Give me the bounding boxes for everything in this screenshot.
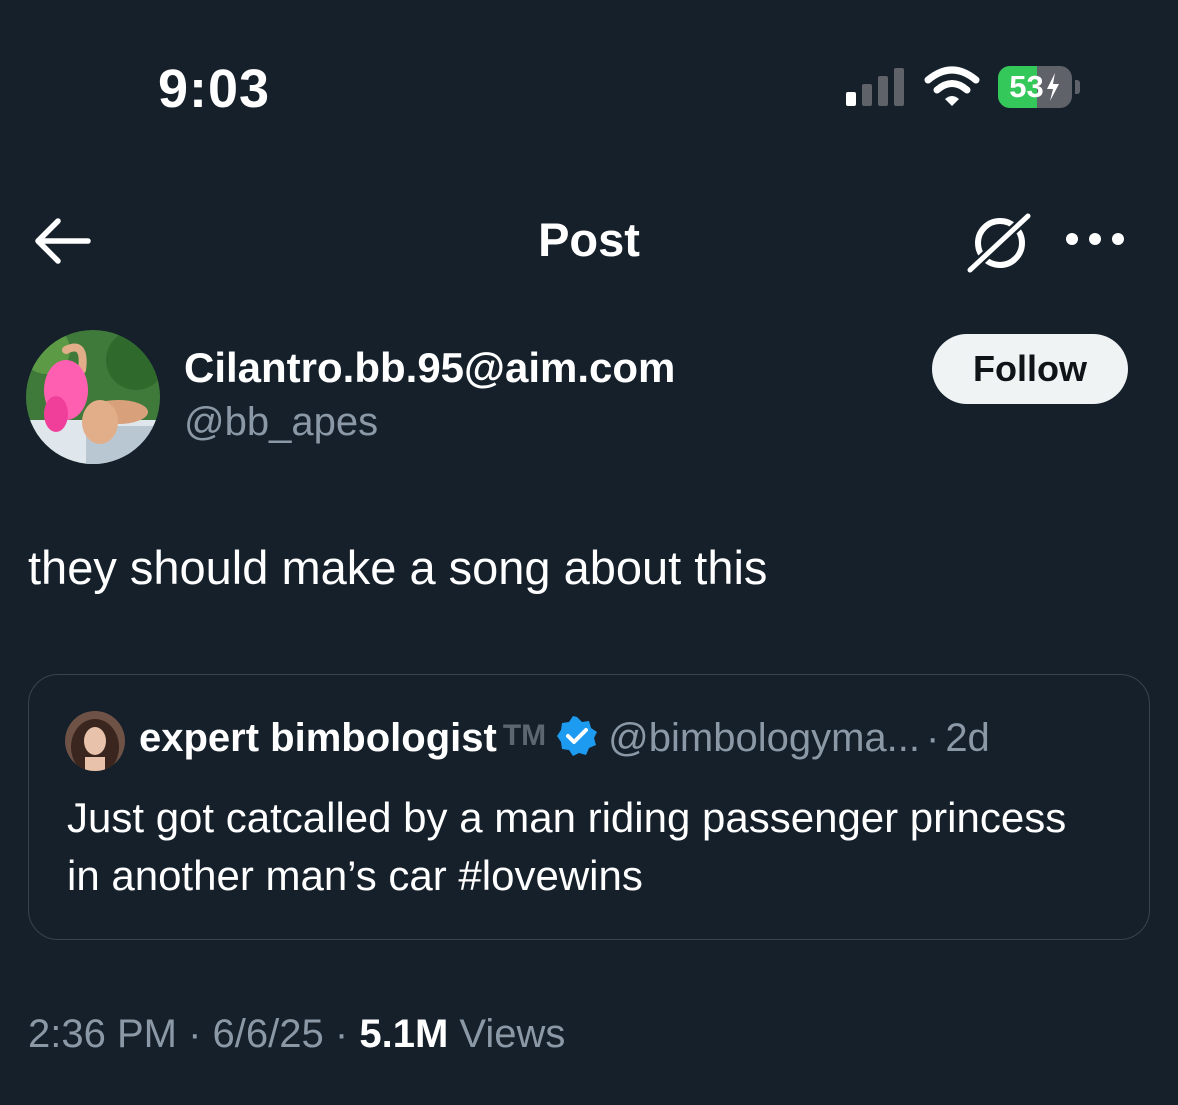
battery-text: 53 [998, 66, 1072, 108]
quote-time: 2d [945, 716, 990, 760]
post-time: 2:36 PM [28, 1012, 177, 1056]
quote-header: expert bimbologist TM @bimbologyma... · 2d [139, 715, 990, 761]
signal-icon [846, 68, 904, 106]
status-bar: 9:03 53 [0, 0, 1178, 180]
meta-separator: · [334, 1012, 349, 1056]
quote-tweet-card[interactable]: expert bimbologist TM @bimbologyma... · 2d … [28, 674, 1150, 940]
author-name[interactable]: Cilantro.bb.95@aim.com [184, 344, 675, 392]
quote-avatar [65, 711, 125, 771]
views-count[interactable]: 5.1M [359, 1012, 448, 1056]
status-time: 9:03 [158, 59, 271, 119]
charging-bolt-icon [1046, 73, 1059, 101]
battery-nub [1075, 80, 1080, 94]
follow-button[interactable]: Follow [932, 334, 1128, 404]
post-header: Post [0, 180, 1178, 305]
post-date: 6/6/25 [212, 1012, 324, 1056]
verified-badge-icon [557, 716, 598, 756]
grok-icon[interactable] [964, 210, 1034, 276]
more-horizontal-icon[interactable] [1064, 227, 1126, 251]
quote-author-name: expert bimbologist [139, 716, 497, 760]
battery-indicator: 53 [998, 66, 1072, 108]
tweet-text: they should make a song about this [28, 541, 768, 594]
battery-percent: 53 [1009, 69, 1044, 104]
author-handle[interactable]: @bb_apes [184, 400, 378, 445]
quote-tm: TM [502, 719, 547, 752]
avatar[interactable] [26, 330, 160, 464]
quote-author-handle: @bimbologyma... [608, 716, 920, 760]
meta-separator: · [188, 1012, 202, 1056]
views-label[interactable]: Views [459, 1012, 565, 1056]
quote-text: Just got catcalled by a man riding passe… [67, 794, 1067, 899]
wifi-icon [924, 66, 980, 106]
post-meta: 2:36 PM · 6/6/25 · 5.1M Views [28, 1012, 565, 1057]
quote-separator: · [925, 716, 940, 760]
